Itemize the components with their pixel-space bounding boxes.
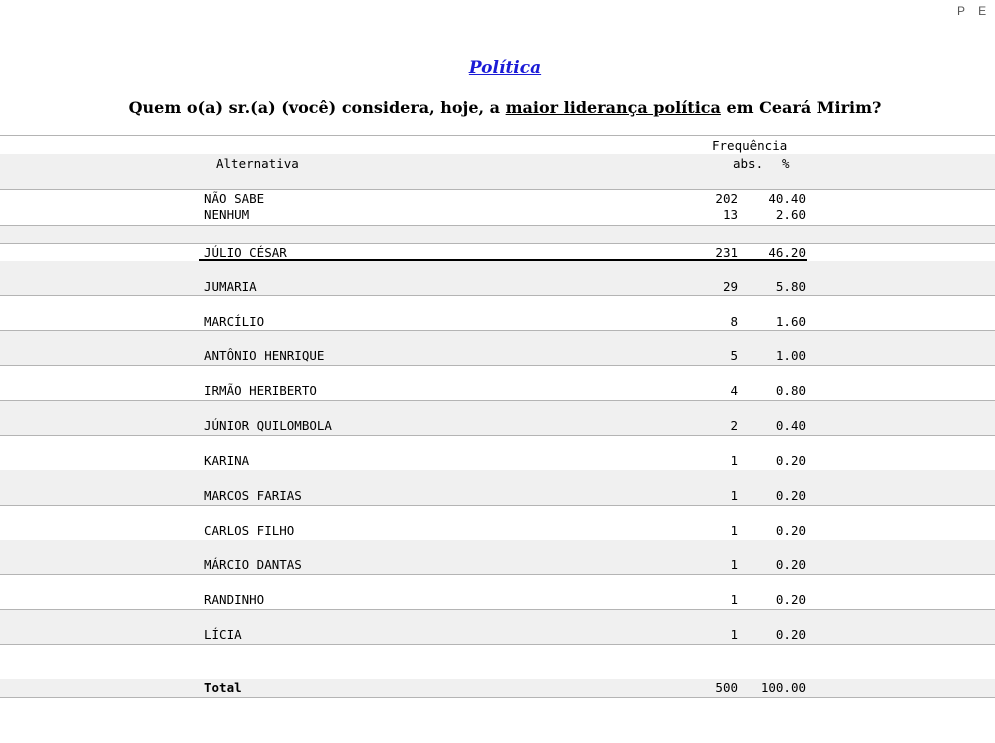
row-pct: 0.20 [775,523,806,538]
row-abs: 8 [730,314,738,329]
row-label: MÁRCIO DANTAS [204,557,302,572]
row-abs: 4 [730,383,738,398]
row-pct: 0.20 [775,453,806,468]
header-band [0,154,995,172]
row-pct: 40.40 [768,191,806,206]
row-abs: 1 [730,557,738,572]
row-label: JUMARIA [204,279,257,294]
row-label: LÍCIA [204,627,242,642]
header-corner-text: P E S [957,4,995,18]
header-pct: % [782,156,790,171]
row-label: MARCÍLIO [204,314,265,329]
row-abs: 1 [730,523,738,538]
row-abs: 1 [730,592,738,607]
row-divider [0,574,995,575]
header-abs: abs. [733,156,764,171]
row-pct: 46.20 [768,245,806,260]
question-text-underlined: maior liderança política [505,98,721,117]
row-divider [0,505,995,506]
row-label: NÃO SABE [204,191,265,206]
row-abs: 5 [730,348,738,363]
row-pct: 5.80 [775,279,806,294]
row-band [0,261,995,295]
row-label: JÚLIO CÉSAR [204,245,287,260]
row-abs: 1 [730,488,738,503]
total-band [0,679,995,697]
row-pct: 0.20 [775,488,806,503]
header-frequencia: Frequência [712,138,788,153]
row-pct: 1.00 [775,348,806,363]
row-divider [0,644,995,645]
table-bottom-border [0,697,995,698]
row-label: MARCOS FARIAS [204,488,302,503]
row-abs: 29 [722,279,738,294]
section-link-politica[interactable]: Política [0,58,995,78]
row-band [0,540,995,574]
row-divider [0,435,995,436]
row-pct: 1.60 [775,314,806,329]
row-label: RANDINHO [204,592,265,607]
row-divider [0,365,995,366]
row-divider [0,295,995,296]
row-band [0,470,995,505]
row-pct: 0.20 [775,627,806,642]
row-label: NENHUM [204,207,250,222]
total-abs: 500 [715,680,738,695]
row-label: CARLOS FILHO [204,523,295,538]
question-text-after: em Ceará Mirim? [720,98,882,117]
total-pct: 100.00 [760,680,806,695]
row-abs: 202 [715,191,738,206]
row-abs: 13 [722,207,738,222]
row-label: JÚNIOR QUILOMBOLA [204,418,332,433]
table-top-border [0,135,995,136]
row-abs: 1 [730,453,738,468]
row-label: KARINA [204,453,250,468]
row-label: ANTÔNIO HENRIQUE [204,348,325,363]
row-pct: 0.20 [775,557,806,572]
row-band [0,331,995,365]
blank-band-2 [0,226,995,243]
row-band [0,610,995,644]
row-pct: 0.80 [775,383,806,398]
question-title: Quem o(a) sr.(a) (você) considera, hoje,… [0,98,995,117]
row-divider [0,243,995,244]
header-alternativa: Alternativa [216,156,299,171]
row-pct: 2.60 [775,207,806,222]
row-abs: 2 [730,418,738,433]
total-label: Total [204,680,242,695]
row-band [0,401,995,435]
row-divider [0,189,995,190]
row-abs: 231 [715,245,738,260]
question-text-before: Quem o(a) sr.(a) (você) considera, hoje,… [128,98,506,117]
row-abs: 1 [730,627,738,642]
row-pct: 0.20 [775,592,806,607]
row-pct: 0.40 [775,418,806,433]
blank-band-1 [0,172,995,189]
row-label: IRMÃO HERIBERTO [204,383,317,398]
